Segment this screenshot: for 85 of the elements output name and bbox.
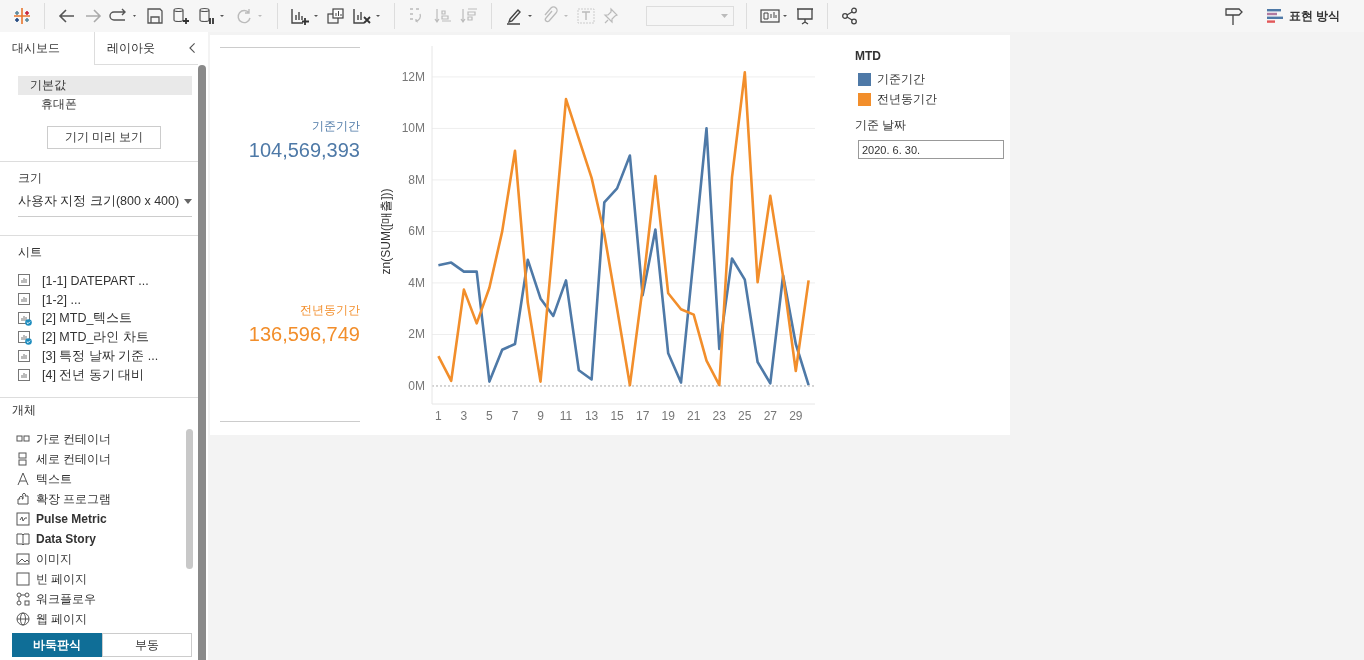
- x-tick-label: 9: [537, 409, 544, 423]
- sheet-item[interactable]: [2] MTD_라인 차트: [42, 329, 149, 346]
- vertical-object-icon: [16, 452, 30, 466]
- workflow-object-icon: [16, 592, 30, 606]
- kpi-value: 104,569,393: [248, 139, 360, 162]
- sheet-item[interactable]: [3] 특정 날짜 기준 ...: [42, 348, 159, 365]
- sheet-item[interactable]: [2] MTD_텍스트: [42, 310, 133, 327]
- object-item[interactable]: 웹 페이지: [36, 610, 88, 628]
- object-item[interactable]: 가로 컨테이너: [36, 430, 112, 448]
- show-me-icon[interactable]: [759, 6, 789, 26]
- web-object-icon: [16, 612, 30, 626]
- y-tick-label: 4M: [408, 275, 425, 290]
- pulse-object-icon: [16, 512, 30, 526]
- x-tick-label: 17: [635, 409, 650, 423]
- bars-icon: [1266, 9, 1283, 23]
- legend-label: 기준기간: [877, 70, 925, 88]
- presentation-icon[interactable]: [795, 6, 815, 26]
- filter-title: 기준 날짜: [855, 117, 908, 134]
- section-title: 크기: [18, 170, 43, 187]
- highlighter-icon[interactable]: [504, 6, 534, 26]
- kpi-label: 전년동기간: [299, 302, 360, 319]
- x-tick-label: 23: [712, 409, 726, 423]
- y-tick-label: 6M: [408, 224, 425, 239]
- kpi-label: 기준기간: [311, 118, 360, 135]
- layout-mode-button[interactable]: 부동: [102, 633, 192, 657]
- sheet-item[interactable]: [1-1] DATEPART ...: [42, 273, 149, 288]
- database-pause-icon[interactable]: [197, 6, 227, 26]
- object-item[interactable]: 빈 페이지: [36, 570, 88, 588]
- database-add-icon[interactable]: [171, 6, 191, 26]
- blank-object-icon: [16, 572, 30, 586]
- new-sheet-icon[interactable]: [290, 6, 320, 26]
- object-item[interactable]: 이미지: [36, 550, 72, 568]
- x-tick-label: 3: [460, 409, 468, 423]
- clear-sheet-icon[interactable]: [352, 6, 382, 26]
- x-tick-label: 27: [763, 409, 777, 423]
- y-tick-label: 8M: [408, 172, 425, 187]
- device-preview-button[interactable]: 기기 미리 보기: [47, 126, 161, 149]
- image-object-icon: [16, 552, 30, 566]
- x-tick-label: 29: [789, 409, 803, 423]
- duplicate-sheet-icon[interactable]: [326, 6, 346, 26]
- text-object-icon: [16, 472, 30, 486]
- caret-icon: [184, 199, 192, 204]
- size-dropdown[interactable]: 사용자 지정 크기(800 x 400): [18, 193, 192, 217]
- x-tick-label: 1: [435, 409, 442, 423]
- x-tick-label: 19: [661, 409, 675, 423]
- x-tick-label: 21: [687, 409, 701, 423]
- y-axis-title: zn(SUM([매출])): [379, 188, 393, 275]
- y-tick-label: 0M: [408, 378, 425, 393]
- date-field[interactable]: 2020. 6. 30.: [858, 140, 1004, 159]
- share-icon[interactable]: [840, 6, 860, 26]
- y-tick-label: 12M: [401, 69, 425, 84]
- logo-icon[interactable]: [12, 6, 32, 26]
- device-item[interactable]: 기본값: [18, 76, 192, 95]
- legend-title: MTD: [855, 49, 882, 63]
- signpost-icon[interactable]: [1222, 6, 1245, 26]
- x-tick-label: 11: [559, 409, 573, 423]
- extension-object-icon: [16, 492, 30, 506]
- story-object-icon: [16, 532, 30, 546]
- caret-icon: [721, 13, 729, 19]
- x-tick-label: 25: [738, 409, 752, 423]
- y-tick-label: 2M: [408, 327, 425, 342]
- device-item[interactable]: 휴대폰: [18, 95, 192, 114]
- kpi-value: 136,596,749: [248, 323, 360, 346]
- legend-label: 전년동기간: [877, 90, 937, 108]
- save-icon[interactable]: [145, 6, 165, 26]
- scrollbar[interactable]: [198, 65, 206, 660]
- object-item[interactable]: 확장 프로그램: [36, 490, 112, 508]
- layout-mode-button[interactable]: 바둑판식: [12, 633, 102, 657]
- presentation-mode-button[interactable]: 표현 방식: [1262, 5, 1344, 27]
- object-item[interactable]: 세로 컨테이너: [36, 450, 112, 468]
- section-title: 개체: [12, 402, 37, 419]
- x-tick-label: 7: [511, 409, 519, 423]
- object-item[interactable]: 텍스트: [36, 470, 72, 488]
- x-tick-label: 15: [610, 409, 624, 423]
- object-item[interactable]: Pulse Metric: [36, 512, 107, 526]
- scrollbar-thumb[interactable]: [186, 429, 193, 569]
- y-tick-label: 10M: [401, 121, 425, 136]
- sheet-item[interactable]: [1-2] ...: [42, 292, 81, 307]
- section-title: 시트: [18, 244, 43, 261]
- x-tick-label: 13: [584, 409, 599, 423]
- sheet-item[interactable]: [4] 전년 동기 대비: [42, 367, 145, 384]
- object-item[interactable]: 워크플로우: [36, 590, 96, 608]
- object-item[interactable]: Data Story: [36, 532, 97, 546]
- x-tick-label: 5: [486, 409, 493, 423]
- collapse-icon[interactable]: [188, 42, 196, 54]
